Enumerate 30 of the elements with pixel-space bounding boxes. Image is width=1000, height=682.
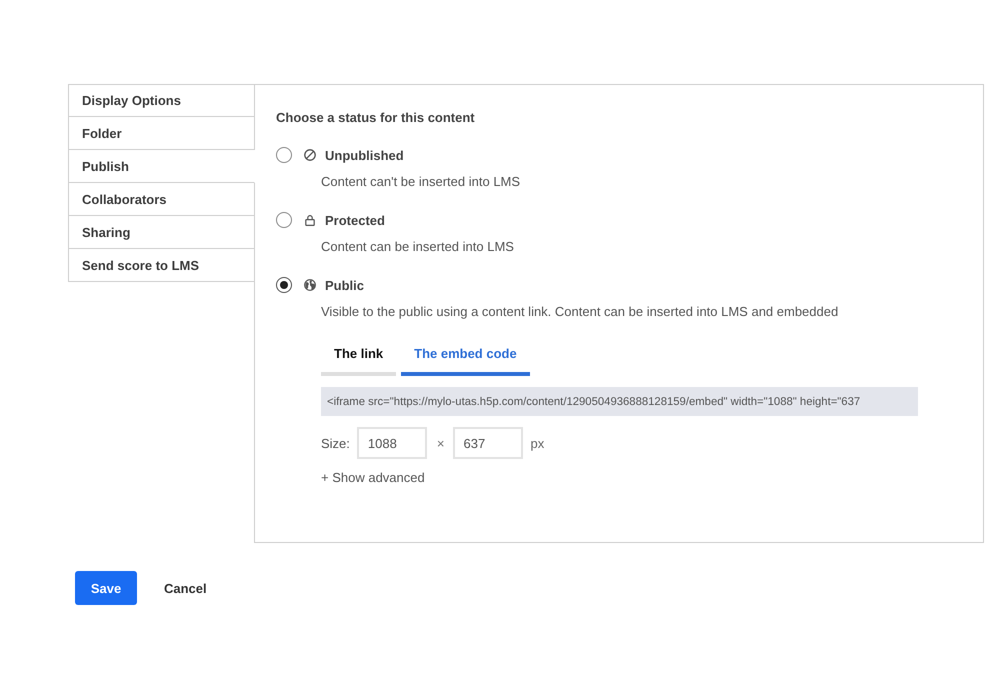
unit-label: px: [530, 436, 544, 450]
times-sign: ×: [436, 436, 444, 450]
embed-code-field[interactable]: <iframe src="https://mylo-utas.h5p.com/content/1290504936888128159/embed" width="1088" height="637: [321, 387, 918, 416]
sidebar-tab[interactable]: Display Options: [68, 84, 255, 117]
show-advanced-link[interactable]: + Show advanced: [321, 469, 425, 487]
sidebar-tab[interactable]: Sharing: [68, 216, 255, 249]
status-description: Content can't be inserted into LMS: [321, 173, 520, 191]
globe-icon: [304, 279, 316, 291]
status-label[interactable]: Public: [325, 278, 364, 292]
width-field[interactable]: 1088: [356, 427, 427, 459]
tab[interactable]: The embed code: [401, 335, 530, 376]
status-label[interactable]: Unpublished: [325, 148, 404, 162]
height-field[interactable]: 637: [452, 427, 522, 459]
prohibited-icon: [304, 149, 316, 161]
radio-button[interactable]: [276, 147, 292, 163]
radio-button[interactable]: [276, 212, 292, 228]
status-label[interactable]: Protected: [325, 212, 385, 228]
status-description: Visible to the public using a content link. Content can be inserted into LMS and embedded: [321, 303, 838, 321]
section-heading: Choose a status for this content: [276, 109, 475, 127]
sidebar-tab[interactable]: Send score to LMS: [68, 249, 255, 282]
status-description: Content can be inserted into LMS: [321, 238, 514, 256]
sidebar-tab[interactable]: Folder: [68, 117, 255, 150]
sidebar-tab[interactable]: Collaborators: [68, 183, 255, 216]
radio-button[interactable]: [276, 277, 292, 293]
save-button[interactable]: Save: [75, 571, 137, 605]
cancel-button[interactable]: Cancel: [164, 580, 207, 596]
lock-icon: [304, 214, 316, 226]
size-label: Size:: [321, 436, 350, 450]
tab[interactable]: The link: [321, 335, 396, 376]
sidebar-tab[interactable]: Publish: [68, 150, 255, 183]
